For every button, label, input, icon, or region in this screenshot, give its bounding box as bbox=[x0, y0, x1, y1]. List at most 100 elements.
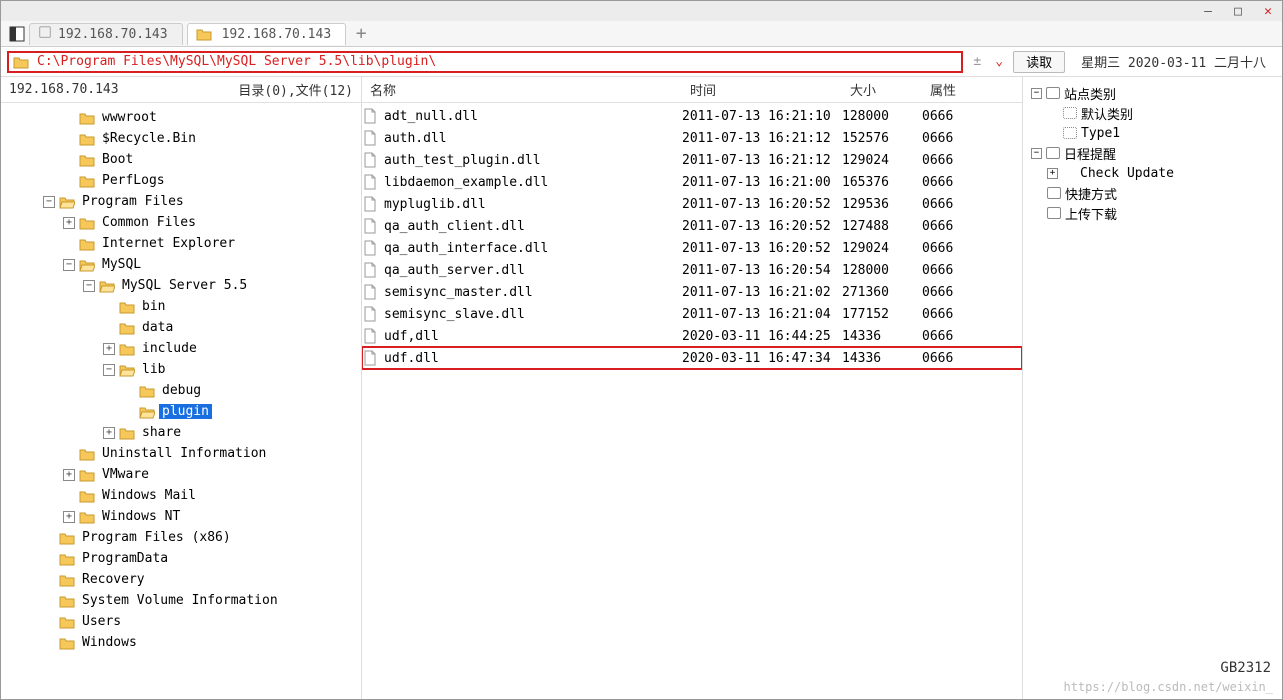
tree-item[interactable]: ProgramData bbox=[3, 548, 359, 569]
titlebar: — □ ✕ bbox=[1, 1, 1282, 21]
tree-item[interactable]: System Volume Information bbox=[3, 590, 359, 611]
tree-item[interactable]: +include bbox=[3, 338, 359, 359]
file-icon bbox=[362, 108, 378, 124]
col-name[interactable]: 名称 bbox=[362, 80, 682, 99]
file-row[interactable]: auth.dll2011-07-13 16:21:121525760666 bbox=[362, 127, 1022, 149]
read-button[interactable]: 读取 bbox=[1013, 51, 1065, 73]
side-node-transfer[interactable]: 上传下载 bbox=[1031, 203, 1274, 223]
side-node-default[interactable]: 默认类别 bbox=[1031, 103, 1274, 123]
tree-item[interactable]: Internet Explorer bbox=[3, 233, 359, 254]
tree-item[interactable]: Boot bbox=[3, 149, 359, 170]
tree-item[interactable]: Windows bbox=[3, 632, 359, 653]
tree-item[interactable]: Recovery bbox=[3, 569, 359, 590]
encoding-label: GB2312 bbox=[1220, 660, 1271, 676]
folder-icon bbox=[59, 531, 75, 545]
tree-item[interactable]: Windows Mail bbox=[3, 485, 359, 506]
file-row[interactable]: libdaemon_example.dll2011-07-13 16:21:00… bbox=[362, 171, 1022, 193]
tree-item[interactable]: + share bbox=[3, 422, 359, 443]
side-node-site-category[interactable]: −站点类别 bbox=[1031, 83, 1274, 103]
tree-item[interactable]: +VMware bbox=[3, 464, 359, 485]
folder-icon bbox=[79, 237, 95, 251]
file-time: 2011-07-13 16:21:04 bbox=[682, 307, 842, 322]
tree-item[interactable]: $Recycle.Bin bbox=[3, 128, 359, 149]
file-row[interactable]: semisync_master.dll2011-07-13 16:21:0227… bbox=[362, 281, 1022, 303]
collapse-icon[interactable]: − bbox=[63, 259, 75, 271]
tree-label: Common Files bbox=[99, 215, 199, 230]
tab-inactive[interactable]: 192.168.70.143 bbox=[29, 23, 183, 45]
main-window: — □ ✕ 192.168.70.143 192.168.70.143 + bbox=[0, 0, 1283, 700]
maximize-button[interactable]: □ bbox=[1230, 3, 1246, 19]
tree-item[interactable]: plugin bbox=[3, 401, 359, 422]
col-time[interactable]: 时间 bbox=[682, 80, 842, 99]
file-name: qa_auth_client.dll bbox=[384, 219, 525, 234]
new-tab-button[interactable]: + bbox=[350, 23, 372, 45]
expand-icon[interactable]: + bbox=[63, 217, 75, 229]
file-name: semisync_slave.dll bbox=[384, 307, 525, 322]
side-node-type1[interactable]: Type1 bbox=[1031, 123, 1274, 143]
chevron-down-icon[interactable]: ⌄ bbox=[991, 54, 1007, 69]
folder-icon bbox=[119, 300, 135, 314]
tree-item[interactable]: +Windows NT bbox=[3, 506, 359, 527]
col-size[interactable]: 大小 bbox=[842, 80, 922, 99]
close-button[interactable]: ✕ bbox=[1260, 3, 1276, 19]
file-row[interactable]: qa_auth_client.dll2011-07-13 16:20:52127… bbox=[362, 215, 1022, 237]
file-row[interactable]: qa_auth_server.dll2011-07-13 16:20:54128… bbox=[362, 259, 1022, 281]
file-icon bbox=[362, 350, 378, 366]
spacer bbox=[63, 448, 75, 460]
tree-item[interactable]: −MySQL bbox=[3, 254, 359, 275]
col-attr[interactable]: 属性 bbox=[922, 80, 992, 99]
expand-icon[interactable]: + bbox=[103, 343, 115, 355]
tree-label: Windows Mail bbox=[99, 488, 199, 503]
tree-item[interactable]: −lib bbox=[3, 359, 359, 380]
file-size: 165376 bbox=[842, 175, 922, 190]
tree-pane: 192.168.70.143 目录(0),文件(12) wwwroot$Recy… bbox=[1, 77, 361, 699]
tab-active[interactable]: 192.168.70.143 bbox=[187, 23, 347, 45]
tree-label: data bbox=[139, 320, 176, 335]
file-name: mypluglib.dll bbox=[384, 197, 486, 212]
file-list: adt_null.dll2011-07-13 16:21:10128000066… bbox=[362, 103, 1022, 371]
collapse-icon[interactable]: − bbox=[83, 280, 95, 292]
tree-item[interactable]: wwwroot bbox=[3, 107, 359, 128]
tree-item[interactable]: + Common Files bbox=[3, 212, 359, 233]
expand-icon[interactable]: + bbox=[63, 511, 75, 523]
file-row[interactable]: udf.dll2020-03-11 16:47:34143360666 bbox=[362, 347, 1022, 369]
folder-icon bbox=[79, 216, 95, 230]
file-row[interactable]: udf,dll2020-03-11 16:44:25143360666 bbox=[362, 325, 1022, 347]
file-icon bbox=[362, 262, 378, 278]
side-node-shortcut[interactable]: 快捷方式 bbox=[1031, 183, 1274, 203]
spacer bbox=[43, 595, 55, 607]
side-node-schedule[interactable]: −日程提醒 bbox=[1031, 143, 1274, 163]
file-time: 2011-07-13 16:20:52 bbox=[682, 197, 842, 212]
tree-item[interactable]: debug bbox=[3, 380, 359, 401]
app-icon[interactable] bbox=[5, 23, 29, 45]
expand-icon[interactable]: + bbox=[103, 427, 115, 439]
side-node-check-update[interactable]: +Check Update bbox=[1031, 163, 1274, 183]
tree-item[interactable]: Program Files (x86) bbox=[3, 527, 359, 548]
minimize-button[interactable]: — bbox=[1200, 3, 1216, 19]
file-row[interactable]: mypluglib.dll2011-07-13 16:20:5212953606… bbox=[362, 193, 1022, 215]
file-icon bbox=[362, 196, 378, 212]
file-icon bbox=[362, 174, 378, 190]
tree-item[interactable]: data bbox=[3, 317, 359, 338]
file-attr: 0666 bbox=[922, 219, 992, 234]
address-input[interactable] bbox=[37, 54, 957, 69]
file-row[interactable]: qa_auth_interface.dll2011-07-13 16:20:52… bbox=[362, 237, 1022, 259]
tree-item[interactable]: Users bbox=[3, 611, 359, 632]
tree-item[interactable]: −Program Files bbox=[3, 191, 359, 212]
collapse-icon[interactable]: − bbox=[103, 364, 115, 376]
file-icon bbox=[362, 218, 378, 234]
expand-icon[interactable]: + bbox=[63, 469, 75, 481]
tree-item[interactable]: −MySQL Server 5.5 bbox=[3, 275, 359, 296]
file-row[interactable]: semisync_slave.dll2011-07-13 16:21:04177… bbox=[362, 303, 1022, 325]
file-row[interactable]: adt_null.dll2011-07-13 16:21:10128000066… bbox=[362, 105, 1022, 127]
address-bar bbox=[7, 51, 963, 73]
collapse-icon[interactable]: − bbox=[43, 196, 55, 208]
tree-label: share bbox=[139, 425, 184, 440]
spacer bbox=[63, 133, 75, 145]
tree-item[interactable]: bin bbox=[3, 296, 359, 317]
tree-item[interactable]: PerfLogs bbox=[3, 170, 359, 191]
toggle-icon[interactable]: ± bbox=[969, 54, 985, 69]
tree-item[interactable]: Uninstall Information bbox=[3, 443, 359, 464]
tab-label: 192.168.70.143 bbox=[222, 27, 332, 42]
file-row[interactable]: auth_test_plugin.dll2011-07-13 16:21:121… bbox=[362, 149, 1022, 171]
